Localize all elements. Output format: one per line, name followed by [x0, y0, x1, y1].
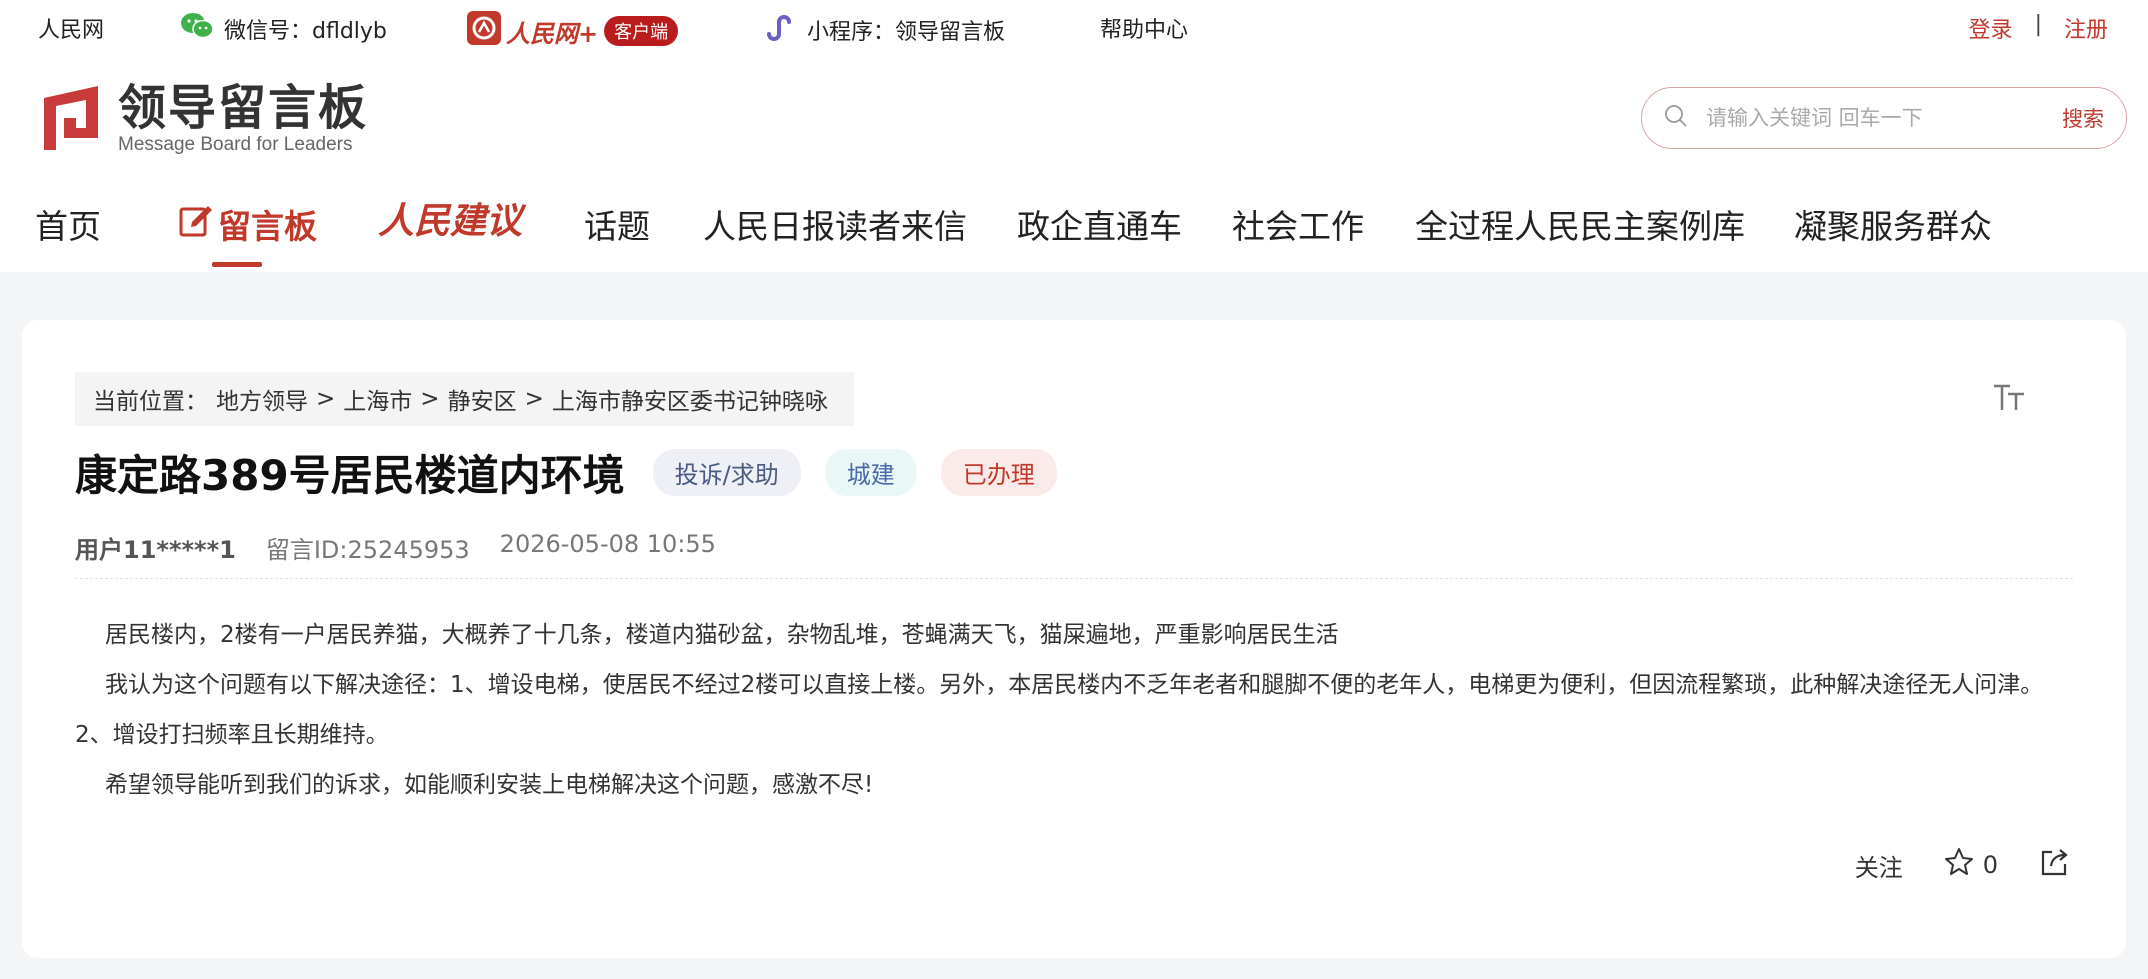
auth-separator: |: [2034, 12, 2042, 37]
nav-people-suggestion[interactable]: 人民建议: [378, 192, 522, 244]
login-link[interactable]: 登录: [1969, 12, 2013, 44]
top-bar: 人民网 微信号：dfldlyb 人民网+ 客户端 小程序：领导留言板 帮助中心 …: [0, 0, 2148, 56]
breadcrumb-leader[interactable]: 上海市静安区委书记钟晓咏: [552, 382, 828, 416]
site-link-label: 人民网: [38, 18, 105, 43]
nav-readers-letters-label: 人民日报读者来信: [703, 207, 967, 246]
client-logo-text: 人民网+: [506, 18, 599, 48]
nav-home-label: 首页: [35, 207, 101, 246]
breadcrumb-local-leaders[interactable]: 地方领导: [216, 382, 308, 416]
nav-topics-label: 话题: [584, 207, 650, 246]
search-button[interactable]: 搜索: [2062, 103, 2104, 133]
message-meta: 用户11*****1 留言ID:25245953 2026-05-08 10:5…: [75, 530, 716, 565]
nav-serve-people[interactable]: 凝聚服务群众: [1794, 200, 1992, 248]
nav-democracy-cases[interactable]: 全过程人民民主案例库: [1415, 200, 1745, 248]
wechat-label: 微信号：dfldlyb: [224, 19, 387, 44]
miniprogram-info[interactable]: 小程序：领导留言板: [763, 12, 1005, 48]
site-logo[interactable]: 领导留言板 Message Board for Leaders: [36, 82, 368, 156]
message-actions: 关注 0: [1855, 846, 2070, 884]
content-paragraph: 希望领导能听到我们的诉求，如能顺利安装上电梯解决这个问题，感激不尽!: [105, 772, 874, 798]
nav-message-board[interactable]: 留言板: [178, 200, 317, 248]
message-time: 2026-05-08 10:55: [499, 530, 716, 558]
divider: [75, 578, 2073, 579]
message-title: 康定路389号居民楼道内环境: [75, 451, 625, 500]
nav-serve-people-label: 凝聚服务群众: [1794, 207, 1992, 246]
message-user: 用户11*****1: [75, 536, 236, 564]
message-card: 当前位置： 地方领导 > 上海市 > 静安区 > 上海市静安区委书记钟晓咏 康定…: [22, 320, 2126, 958]
search-input[interactable]: [1706, 106, 2062, 130]
breadcrumb: 当前位置： 地方领导 > 上海市 > 静安区 > 上海市静安区委书记钟晓咏: [75, 372, 854, 426]
message-id: 留言ID:25245953: [265, 536, 470, 564]
status-badge: 已办理: [940, 449, 1057, 496]
content-paragraph: 我认为这个问题有以下解决途径：1、增设电梯，使居民不经过2楼可以直接上楼。另外，…: [75, 672, 2044, 748]
main-nav: 首页 留言板 人民建议 话题 人民日报读者来信 政企直通车 社会工作 全过程人民…: [0, 186, 2148, 272]
nav-active-underline: [212, 262, 262, 267]
nav-gov-business[interactable]: 政企直通车: [1017, 200, 1182, 248]
help-label: 帮助中心: [1100, 18, 1189, 43]
follow-button[interactable]: 关注: [1855, 848, 1903, 883]
nav-home[interactable]: 首页: [35, 200, 101, 248]
nav-social-work[interactable]: 社会工作: [1232, 200, 1364, 248]
favorite-button[interactable]: 0: [1943, 846, 1998, 884]
search-icon: [1664, 104, 1688, 132]
font-size-icon[interactable]: [1992, 382, 2026, 420]
auth-links: 登录 | 注册: [1969, 12, 2108, 44]
breadcrumb-jingan[interactable]: 静安区: [448, 382, 517, 416]
star-icon: [1943, 846, 1975, 884]
search-box: 搜索: [1641, 87, 2127, 149]
wechat-icon: [180, 12, 214, 46]
wechat-info[interactable]: 微信号：dfldlyb: [180, 12, 387, 46]
nav-topics[interactable]: 话题: [584, 200, 650, 248]
register-link[interactable]: 注册: [2064, 12, 2108, 44]
logo-mark: [36, 84, 106, 154]
help-link[interactable]: 帮助中心: [1100, 12, 1188, 44]
header: 人民网 微信号：dfldlyb 人民网+ 客户端 小程序：领导留言板 帮助中心 …: [0, 0, 2148, 272]
content-paragraph: 居民楼内，2楼有一户居民养猫，大概养了十几条，楼道内猫砂盆，杂物乱堆，苍蝇满天飞…: [105, 622, 1339, 648]
breadcrumb-shanghai[interactable]: 上海市: [343, 382, 412, 416]
nav-gov-business-label: 政企直通车: [1017, 207, 1182, 246]
breadcrumb-sep: >: [316, 386, 336, 412]
message-content: 居民楼内，2楼有一户居民养猫，大概养了十几条，楼道内猫砂盆，杂物乱堆，苍蝇满天飞…: [75, 610, 2073, 810]
nav-people-suggestion-label: 人民建议: [378, 200, 523, 242]
people-logo-icon: [466, 10, 502, 52]
edit-icon: [178, 202, 214, 246]
nav-democracy-cases-label: 全过程人民民主案例库: [1415, 207, 1745, 246]
site-link[interactable]: 人民网: [38, 12, 104, 44]
breadcrumb-prefix: 当前位置：: [93, 389, 208, 415]
logo-title: 领导留言板: [118, 80, 369, 136]
tag-category: 城建: [824, 449, 917, 496]
favorite-count: 0: [1982, 851, 1998, 879]
nav-message-board-label: 留言板: [218, 207, 317, 246]
tag-type: 投诉/求助: [652, 449, 801, 496]
nav-readers-letters[interactable]: 人民日报读者来信: [703, 200, 967, 248]
client-download[interactable]: 人民网+ 客户端: [466, 10, 679, 52]
miniprogram-icon: [763, 12, 797, 48]
share-icon[interactable]: [2038, 846, 2070, 884]
nav-social-work-label: 社会工作: [1232, 207, 1364, 246]
title-row: 康定路389号居民楼道内环境 投诉/求助 城建 已办理: [75, 442, 1081, 503]
logo-subtitle: Message Board for Leaders: [118, 134, 353, 155]
client-badge: 客户端: [604, 16, 679, 46]
breadcrumb-sep: >: [524, 386, 544, 412]
breadcrumb-sep: >: [420, 386, 440, 412]
miniprogram-label: 小程序：领导留言板: [807, 20, 1006, 45]
